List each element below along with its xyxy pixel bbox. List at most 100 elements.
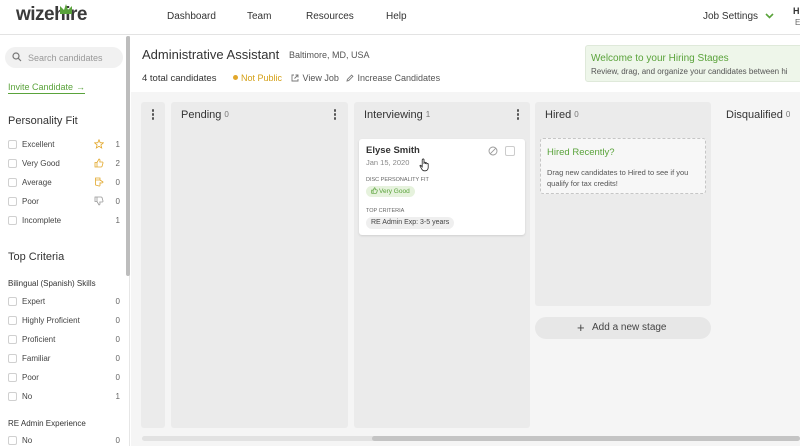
- status-label: Not Public: [241, 73, 283, 83]
- welcome-subtitle: Review, drag, and organize your candidat…: [591, 67, 788, 76]
- filter-no-experience[interactable]: No 0: [8, 434, 120, 446]
- stage-header: Disqualified 0: [726, 109, 790, 121]
- pencil-icon: [346, 74, 354, 82]
- filter-label: Poor: [22, 197, 39, 206]
- checkbox[interactable]: [8, 335, 17, 344]
- filter-count: 0: [115, 436, 120, 445]
- total-candidates: 4 total candidates: [142, 73, 217, 84]
- filter-familiar[interactable]: Familiar 0: [8, 352, 120, 366]
- nav-help[interactable]: Help: [386, 11, 407, 22]
- kebab-menu-icon[interactable]: [332, 109, 338, 121]
- add-stage-button[interactable]: + Add a new stage: [535, 317, 711, 339]
- nav-resources[interactable]: Resources: [306, 11, 354, 22]
- stage-name: Hired: [545, 109, 572, 121]
- filter-count: 0: [115, 297, 120, 306]
- board-scroll-thumb[interactable]: [372, 436, 800, 441]
- filter-count: 1: [115, 392, 120, 401]
- hired-recently-dropzone[interactable]: Hired Recently? Drag new candidates to H…: [540, 138, 706, 194]
- external-link-icon: [291, 74, 299, 82]
- page-title: Administrative Assistant: [142, 47, 280, 62]
- stage-header: Interviewing 1: [364, 109, 430, 121]
- criteria-chip: RE Admin Exp: 3-5 years: [366, 217, 455, 229]
- status-badge[interactable]: Not Public: [233, 73, 282, 83]
- checkbox[interactable]: [8, 373, 17, 382]
- filter-no-skill[interactable]: No 1: [8, 390, 120, 404]
- plus-icon: +: [577, 320, 585, 335]
- hand-cursor-icon: [419, 158, 429, 172]
- checkbox[interactable]: [8, 297, 17, 306]
- status-dot: [233, 75, 238, 80]
- checkbox[interactable]: [8, 354, 17, 363]
- filter-count: 2: [115, 159, 120, 168]
- search-box[interactable]: [5, 47, 123, 68]
- stage-column-collapsed: [141, 102, 165, 428]
- candidate-date: Jan 15, 2020: [366, 158, 410, 167]
- candidate-card[interactable]: Elyse Smith Jan 15, 2020 DISC PERSONALIT…: [359, 139, 525, 235]
- checkbox[interactable]: [8, 216, 17, 225]
- filter-label: Excellent: [22, 140, 55, 149]
- nav-team[interactable]: Team: [247, 11, 271, 22]
- filter-count: 0: [115, 197, 120, 206]
- stage-header: Hired 0: [545, 109, 579, 121]
- stage-name: Pending: [181, 109, 222, 121]
- checkbox[interactable]: [8, 436, 17, 445]
- thumbs-up-icon: [371, 187, 378, 194]
- disqualify-icon[interactable]: [488, 146, 498, 156]
- filter-sidebar: Invite Candidate→ Personality Fit Excell…: [0, 36, 130, 446]
- filter-poor-skill[interactable]: Poor 0: [8, 371, 120, 385]
- search-icon: [12, 52, 22, 62]
- search-input[interactable]: [28, 50, 120, 65]
- candidate-name[interactable]: Elyse Smith: [366, 145, 420, 156]
- filter-label: No: [22, 436, 33, 445]
- filter-count: 0: [115, 373, 120, 382]
- filter-count: 0: [115, 316, 120, 325]
- view-job-label: View Job: [302, 73, 339, 83]
- filter-count: 1: [115, 140, 120, 149]
- filter-average[interactable]: Average 0: [8, 176, 120, 190]
- invite-label: Invite Candidate: [8, 82, 74, 92]
- personality-fit-title: Personality Fit: [8, 115, 78, 127]
- checkbox[interactable]: [8, 159, 17, 168]
- filter-very-good[interactable]: Very Good 2: [8, 157, 120, 171]
- filter-incomplete[interactable]: Incomplete 1: [8, 214, 120, 228]
- stage-name: Interviewing: [364, 109, 423, 121]
- filter-label: Proficient: [22, 335, 56, 344]
- filter-label: Expert: [22, 297, 46, 306]
- user-name[interactable]: H: [793, 6, 800, 16]
- top-nav: wizehire Dashboard Team Resources Help J…: [0, 0, 800, 35]
- kebab-menu-icon[interactable]: [150, 109, 156, 121]
- filter-label: Poor: [22, 373, 39, 382]
- checkbox[interactable]: [8, 392, 17, 401]
- invite-candidate-link[interactable]: Invite Candidate →: [8, 82, 86, 94]
- user-sub: E: [795, 18, 800, 27]
- filter-excellent[interactable]: Excellent 1: [8, 138, 120, 152]
- thumbs-down-icon: [94, 196, 104, 206]
- view-job-link[interactable]: View Job: [291, 73, 339, 83]
- checkbox[interactable]: [8, 140, 17, 149]
- checkbox[interactable]: [8, 316, 17, 325]
- hired-recently-title: Hired Recently?: [547, 147, 615, 158]
- checkbox[interactable]: [8, 197, 17, 206]
- filter-poor[interactable]: Poor 0: [8, 195, 120, 209]
- thumbs-sideways-icon: [95, 177, 104, 187]
- stage-count: 0: [574, 110, 579, 119]
- filter-count: 0: [115, 178, 120, 187]
- sidebar-scrollbar[interactable]: [126, 36, 130, 276]
- stage-column-pending: Pending 0: [171, 102, 348, 428]
- candidate-checkbox[interactable]: [505, 146, 515, 156]
- stage-count: 1: [425, 110, 431, 119]
- disc-caption: DISC PERSONALITY FIT: [366, 177, 429, 183]
- chevron-down-icon: [765, 13, 774, 19]
- filter-highly-proficient[interactable]: Highly Proficient 0: [8, 314, 120, 328]
- checkbox[interactable]: [8, 178, 17, 187]
- kebab-menu-icon[interactable]: [515, 109, 521, 121]
- increase-candidates-link[interactable]: Increase Candidates: [346, 73, 440, 83]
- stage-name: Disqualified: [726, 109, 783, 121]
- job-settings-dropdown[interactable]: Job Settings: [703, 11, 774, 22]
- personality-label: Very Good: [379, 188, 410, 195]
- add-stage-label: Add a new stage: [592, 322, 667, 333]
- filter-proficient[interactable]: Proficient 0: [8, 333, 120, 347]
- logo[interactable]: wizehire: [16, 4, 87, 26]
- nav-dashboard[interactable]: Dashboard: [167, 11, 216, 22]
- filter-expert[interactable]: Expert 0: [8, 295, 120, 309]
